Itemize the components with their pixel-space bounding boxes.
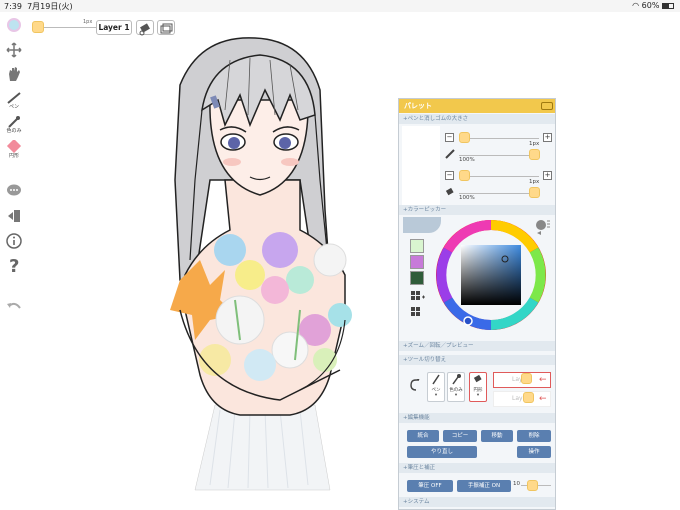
color-swatch-1[interactable]	[410, 239, 424, 253]
eraser-size-decrease[interactable]: −	[445, 171, 454, 180]
size-slider-knob[interactable]	[32, 21, 44, 33]
palette-grid-icon[interactable]	[411, 307, 425, 321]
section-pen-eraser-size[interactable]: +ペンと消しゴムの大きさ	[399, 114, 555, 124]
layer2-knob[interactable]	[523, 392, 534, 403]
add-color-icon[interactable]	[411, 291, 425, 305]
layer2-arrow-icon[interactable]: ←	[539, 394, 547, 404]
palette-panel: パレット +ペンと消しゴムの大きさ − + 1px 100% − + 1px 1…	[398, 98, 556, 510]
color-swatch-2[interactable]	[410, 255, 424, 269]
pen-size-knob[interactable]	[459, 132, 470, 143]
pen-icon	[445, 149, 455, 161]
drawing-canvas[interactable]	[140, 30, 400, 510]
status-battery: ◠ 60%	[632, 1, 674, 10]
stabilizer-toggle[interactable]: 手振補正 ON	[457, 480, 511, 492]
eraser-opacity-knob[interactable]	[529, 187, 540, 198]
eyedropper-icon	[452, 374, 461, 385]
section-color-picker[interactable]: +カラーピッカー	[399, 205, 555, 215]
pen-size-increase[interactable]: +	[543, 133, 552, 142]
chat-icon[interactable]	[3, 184, 25, 198]
wifi-icon: ◠	[632, 1, 640, 10]
pen-opacity-knob[interactable]	[529, 149, 540, 160]
eraser-size-knob[interactable]	[459, 170, 470, 181]
pen-opacity-track[interactable]	[459, 155, 539, 156]
flip-icon[interactable]	[3, 208, 25, 224]
brush-preview	[402, 126, 440, 206]
stabilizer-knob[interactable]	[527, 480, 538, 491]
copy-button[interactable]: コピー	[443, 430, 477, 442]
merge-button[interactable]: 統合	[407, 430, 439, 442]
pen-size-value: 1px	[529, 141, 540, 147]
layer1-knob[interactable]	[521, 373, 532, 384]
pen-size-track[interactable]	[459, 138, 539, 139]
palette-header: パレット	[399, 99, 555, 113]
tool-switch-color-only[interactable]: 色のみ ▾	[447, 372, 465, 402]
status-time-date: 7:39 7月19日(火)	[4, 2, 73, 11]
layer1-arrow-icon[interactable]: ←	[539, 375, 547, 385]
battery-icon	[662, 2, 674, 9]
section-zoom-rotate-preview[interactable]: +ズーム／回転／プレビュー	[399, 341, 555, 351]
move-button[interactable]: 移動	[481, 430, 513, 442]
size-value: 1px	[83, 19, 93, 25]
section-system[interactable]: +システム	[399, 497, 555, 507]
section-tool-switch[interactable]: +ツール切り替え	[399, 355, 555, 365]
svg-text:?: ?	[9, 256, 19, 274]
eraser-icon	[473, 374, 482, 383]
layer-button[interactable]: Layer 1	[96, 20, 132, 35]
pen-icon	[432, 374, 440, 385]
palette-collapse-button[interactable]	[541, 102, 553, 110]
pen-tool[interactable]: ペン	[3, 92, 25, 110]
redo-button[interactable]: やり直し	[407, 446, 477, 458]
undo-icon[interactable]	[3, 300, 25, 314]
status-bar: 7:39 7月19日(火) ◠ 60%	[0, 0, 680, 12]
pen-opacity-value: 100%	[459, 157, 475, 163]
section-pressure[interactable]: +筆圧と補正	[399, 463, 555, 473]
size-slider-track[interactable]	[44, 27, 96, 28]
hand-icon[interactable]	[3, 66, 25, 82]
pressure-toggle[interactable]: 筆圧 OFF	[407, 480, 453, 492]
eraser-opacity-value: 100%	[459, 195, 475, 201]
eraser-size-increase[interactable]: +	[543, 171, 552, 180]
color-wheel[interactable]	[433, 217, 549, 333]
stabilizer-value: 10	[513, 481, 520, 487]
swap-icon[interactable]	[409, 377, 421, 393]
eraser-opacity-track[interactable]	[459, 193, 539, 194]
color-swatch-3[interactable]	[410, 271, 424, 285]
eyedropper-tool[interactable]: 色のみ	[3, 116, 25, 134]
section-edit[interactable]: +編集機能	[399, 413, 555, 423]
tool-switch-circle[interactable]: 円形 ▾	[469, 372, 487, 402]
delete-button[interactable]: 削除	[517, 430, 551, 442]
eraser-small-icon	[445, 187, 455, 199]
operate-button[interactable]: 操作	[517, 446, 551, 458]
info-icon[interactable]	[3, 233, 25, 249]
move-icon[interactable]	[3, 42, 25, 58]
eraser-size-value: 1px	[529, 179, 540, 185]
color-wheel-icon[interactable]	[3, 18, 25, 32]
pen-size-decrease[interactable]: −	[445, 133, 454, 142]
help-icon[interactable]: ?	[3, 256, 25, 274]
eraser-size-track[interactable]	[459, 176, 539, 177]
eraser-shape-tool[interactable]: 円形	[3, 140, 25, 159]
tool-switch-pen[interactable]: ペン ▾	[427, 372, 445, 402]
